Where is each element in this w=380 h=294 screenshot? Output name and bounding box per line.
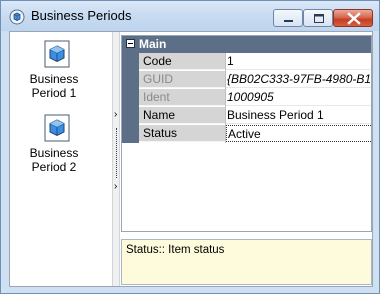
property-value[interactable]: 1 [226,53,371,70]
collapse-toggle-icon[interactable] [126,39,135,48]
close-button[interactable] [333,9,373,27]
minimize-button[interactable] [273,9,303,27]
cube-icon [44,114,70,142]
property-row-ident[interactable]: Ident 1000905 [122,89,371,107]
properties-pane: Main Code 1 GUID {BB02C333-97FB-4980-B16… [121,35,372,286]
splitter-grip[interactable] [116,128,118,178]
property-row-name[interactable]: Name Business Period 1 [122,107,371,125]
cube-icon [44,40,70,68]
property-description-text: Status:: Item status [126,244,225,256]
minimize-icon [284,20,293,22]
property-value[interactable]: {BB02C333-97FB-4980-B167- [226,71,371,88]
row-gutter [122,71,139,89]
navigator-pane: Business Period 1 Business Period 2 [10,32,112,286]
property-row-status[interactable]: Status Active [122,125,371,143]
property-value[interactable]: Business Period 1 [226,107,371,124]
property-name: Name [139,107,225,124]
property-grid: Main Code 1 GUID {BB02C333-97FB-4980-B16… [121,35,372,232]
property-row-code[interactable]: Code 1 [122,53,371,71]
window-title: Business Periods [31,8,132,23]
maximize-icon [314,14,324,23]
collapse-pane-arrow-icon[interactable]: › [114,110,117,120]
pane-splitter[interactable]: › › [112,32,120,286]
row-gutter [122,53,139,71]
nav-item-business-period-1[interactable]: Business Period 1 [10,36,112,102]
nav-item-business-period-2[interactable]: Business Period 2 [10,110,112,176]
category-label: Main [139,37,167,51]
property-name: Ident [139,89,225,106]
row-gutter [122,107,139,125]
expand-pane-arrow-icon[interactable]: › [114,182,117,192]
nav-item-label: Business Period 1 [29,72,79,100]
property-value[interactable]: 1000905 [226,89,371,106]
business-period-icon [9,9,25,25]
title-bar[interactable]: Business Periods [1,1,379,31]
business-periods-window: Business Periods Business Period 1 Busin… [0,0,380,294]
row-gutter [122,125,139,143]
row-gutter [122,89,139,107]
property-description-panel: Status:: Item status [121,239,372,285]
property-name: GUID [139,71,225,88]
property-value[interactable]: Active [226,125,371,142]
nav-item-label: Business Period 2 [29,146,79,174]
property-name: Code [139,53,225,70]
close-icon [347,12,361,25]
window-client-area: Business Period 1 Business Period 2 › › [9,31,373,287]
maximize-button[interactable] [303,9,333,27]
property-row-guid[interactable]: GUID {BB02C333-97FB-4980-B167- [122,71,371,89]
property-name: Status [139,125,225,142]
category-main-header[interactable]: Main [122,36,371,53]
